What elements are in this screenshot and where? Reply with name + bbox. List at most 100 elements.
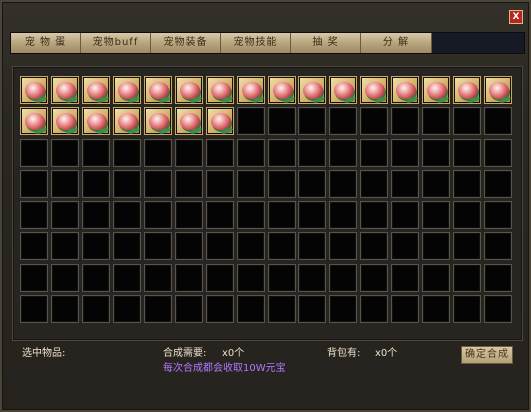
inventory-slot[interactable]	[174, 138, 203, 167]
inventory-slot[interactable]	[329, 263, 358, 292]
inventory-slot[interactable]	[360, 295, 389, 324]
inventory-slot[interactable]	[267, 263, 296, 292]
inventory-slot[interactable]	[20, 169, 48, 198]
tab-decompose[interactable]: 分 解	[361, 33, 432, 53]
inventory-slot[interactable]	[112, 138, 141, 167]
inventory-slot[interactable]	[391, 76, 420, 104]
inventory-slot[interactable]	[236, 107, 265, 136]
inventory-slot[interactable]	[422, 295, 451, 324]
inventory-slot[interactable]	[453, 201, 482, 230]
inventory-slot[interactable]	[205, 138, 234, 167]
inventory-slot[interactable]	[360, 263, 389, 292]
inventory-slot[interactable]	[484, 107, 513, 136]
tab-pet-equipment[interactable]: 宠物装备	[151, 33, 221, 53]
inventory-slot[interactable]	[174, 169, 203, 198]
inventory-slot[interactable]	[236, 76, 265, 104]
inventory-slot[interactable]	[298, 201, 327, 230]
tab-pet-egg[interactable]: 宠 物 蛋	[11, 33, 81, 53]
inventory-slot[interactable]	[298, 263, 327, 292]
inventory-slot[interactable]	[236, 263, 265, 292]
inventory-slot[interactable]	[143, 169, 172, 198]
inventory-slot[interactable]	[50, 107, 79, 136]
inventory-slot[interactable]	[484, 138, 513, 167]
inventory-slot[interactable]	[143, 201, 172, 230]
inventory-slot[interactable]	[50, 138, 79, 167]
tab-lottery[interactable]: 抽 奖	[291, 33, 361, 53]
inventory-slot[interactable]	[298, 169, 327, 198]
inventory-slot[interactable]	[267, 169, 296, 198]
inventory-slot[interactable]	[422, 263, 451, 292]
inventory-slot[interactable]	[391, 201, 420, 230]
inventory-slot[interactable]	[329, 107, 358, 136]
inventory-slot[interactable]	[174, 107, 203, 136]
inventory-slot[interactable]	[112, 169, 141, 198]
inventory-slot[interactable]	[298, 295, 327, 324]
inventory-slot[interactable]	[329, 201, 358, 230]
inventory-slot[interactable]	[453, 76, 482, 104]
inventory-slot[interactable]	[422, 201, 451, 230]
inventory-slot[interactable]	[453, 232, 482, 261]
inventory-slot[interactable]	[391, 169, 420, 198]
inventory-slot[interactable]	[360, 107, 389, 136]
inventory-slot[interactable]	[50, 169, 79, 198]
inventory-slot[interactable]	[143, 263, 172, 292]
inventory-slot[interactable]	[81, 169, 110, 198]
inventory-slot[interactable]	[236, 169, 265, 198]
inventory-slot[interactable]	[81, 201, 110, 230]
confirm-synthesize-button[interactable]: 确定合成	[461, 346, 513, 364]
inventory-slot[interactable]	[329, 169, 358, 198]
inventory-slot[interactable]	[81, 295, 110, 324]
inventory-slot[interactable]	[50, 263, 79, 292]
inventory-slot[interactable]	[360, 232, 389, 261]
inventory-slot[interactable]	[174, 76, 203, 104]
inventory-slot[interactable]	[81, 263, 110, 292]
inventory-slot[interactable]	[50, 295, 79, 324]
inventory-slot[interactable]	[236, 232, 265, 261]
inventory-slot[interactable]	[174, 232, 203, 261]
inventory-slot[interactable]	[112, 201, 141, 230]
inventory-slot[interactable]	[205, 76, 234, 104]
inventory-slot[interactable]	[174, 201, 203, 230]
inventory-slot[interactable]	[20, 201, 48, 230]
inventory-slot[interactable]	[484, 295, 513, 324]
inventory-slot[interactable]	[298, 138, 327, 167]
inventory-slot[interactable]	[205, 169, 234, 198]
tab-pet-skill[interactable]: 宠物技能	[221, 33, 291, 53]
inventory-slot[interactable]	[267, 76, 296, 104]
inventory-slot[interactable]	[143, 76, 172, 104]
inventory-slot[interactable]	[20, 263, 48, 292]
inventory-slot[interactable]	[422, 107, 451, 136]
inventory-slot[interactable]	[205, 232, 234, 261]
inventory-slot[interactable]	[267, 295, 296, 324]
inventory-slot[interactable]	[329, 295, 358, 324]
inventory-slot[interactable]	[453, 295, 482, 324]
inventory-slot[interactable]	[112, 107, 141, 136]
inventory-slot[interactable]	[329, 76, 358, 104]
inventory-slot[interactable]	[267, 232, 296, 261]
inventory-slot[interactable]	[50, 201, 79, 230]
inventory-slot[interactable]	[360, 76, 389, 104]
inventory-slot[interactable]	[453, 107, 482, 136]
inventory-slot[interactable]	[360, 201, 389, 230]
inventory-slot[interactable]	[50, 232, 79, 261]
inventory-slot[interactable]	[422, 232, 451, 261]
inventory-slot[interactable]	[112, 76, 141, 104]
inventory-slot[interactable]	[236, 201, 265, 230]
inventory-slot[interactable]	[422, 169, 451, 198]
inventory-slot[interactable]	[50, 76, 79, 104]
inventory-slot[interactable]	[174, 263, 203, 292]
inventory-slot[interactable]	[81, 232, 110, 261]
inventory-slot[interactable]	[20, 295, 48, 324]
inventory-slot[interactable]	[20, 232, 48, 261]
inventory-slot[interactable]	[298, 232, 327, 261]
inventory-slot[interactable]	[391, 295, 420, 324]
inventory-slot[interactable]	[20, 138, 48, 167]
inventory-slot[interactable]	[236, 138, 265, 167]
inventory-slot[interactable]	[205, 107, 234, 136]
inventory-slot[interactable]	[453, 138, 482, 167]
inventory-slot[interactable]	[484, 76, 513, 104]
inventory-slot[interactable]	[236, 295, 265, 324]
inventory-slot[interactable]	[143, 232, 172, 261]
inventory-slot[interactable]	[143, 295, 172, 324]
inventory-slot[interactable]	[422, 76, 451, 104]
